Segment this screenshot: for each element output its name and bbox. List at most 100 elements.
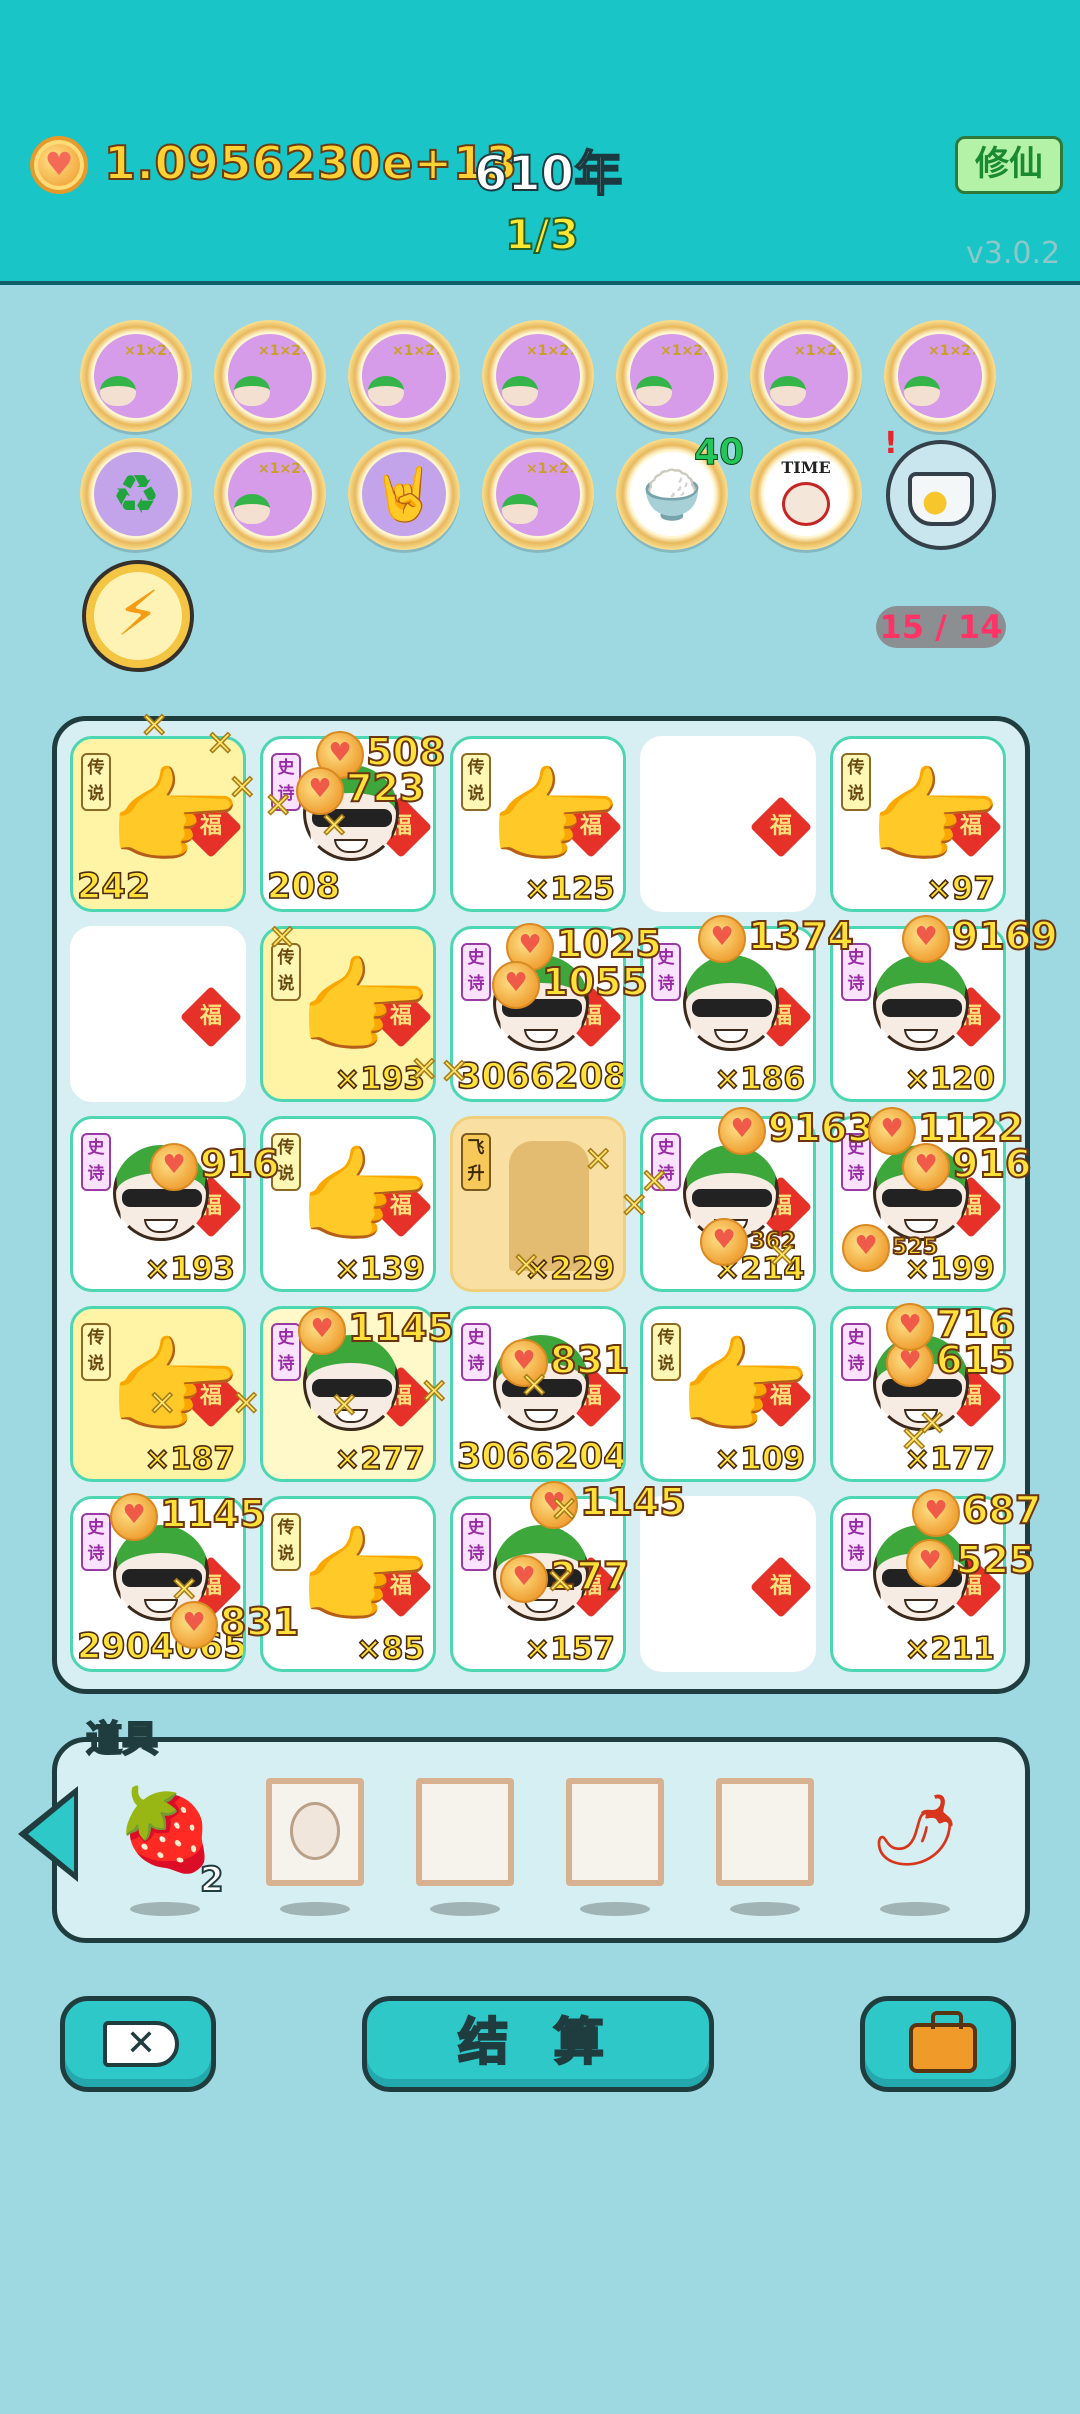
rice-bowl-badge: 40 [693, 432, 745, 474]
rarity-tag: 史诗 [81, 1133, 111, 1191]
empty-frame-icon [716, 1778, 814, 1886]
pointing-hand-icon: 👉 [107, 756, 242, 881]
item-portrait-slot[interactable] [266, 1778, 364, 1916]
rarity-tag: 史诗 [841, 1323, 871, 1381]
green-hair-head-icon [683, 955, 779, 1051]
cell-count: ×125 [524, 870, 616, 908]
cell-count: ×157 [524, 1630, 616, 1668]
reward-popup: 916 [902, 1141, 1032, 1191]
version-label: v3.0.2 [966, 236, 1061, 271]
skill-orb[interactable]: ×1×2×1×2×2 [616, 320, 728, 432]
strawberry-quantity: 2 [199, 1859, 225, 1901]
skill-orb[interactable]: ♻ [80, 438, 192, 550]
reward-popup: 716 [886, 1301, 1016, 1351]
empty-frame-icon [566, 1778, 664, 1886]
sparkle-icon: ✕ [231, 1383, 261, 1425]
multiplier-head-icon: ×1×2×1×2×2 [94, 334, 178, 418]
pointing-hand-icon: 👉 [677, 1326, 812, 1451]
multiplier-head-icon: ×1×2×1×2×2 [228, 452, 312, 536]
skill-orb[interactable]: ×1×2×1×2×2 [482, 320, 594, 432]
close-button[interactable]: ✕ [60, 1996, 216, 2092]
cell-count: ×186 [714, 1060, 806, 1098]
cell-count: ×85 [355, 1630, 426, 1668]
skill-orb[interactable]: ×1×2×1×2×2 [80, 320, 192, 432]
reward-popup: 1374 [698, 913, 855, 963]
multiplier-head-icon: ×1×2×1×2×2 [898, 334, 982, 418]
sparkle-icon: ✕ [545, 1561, 575, 1603]
skill-orb[interactable]: ×1×2×1×2×2 [348, 320, 460, 432]
reward-popup: 723 [296, 765, 426, 815]
years-counter: 610年 [473, 145, 623, 203]
sparkle-icon: ✕ [329, 1385, 359, 1427]
sparkle-icon: ✕ [917, 1403, 947, 1445]
pointing-hand-icon: 👉 [867, 756, 1002, 881]
sparkle-icon: ✕ [519, 1365, 549, 1407]
settle-button[interactable]: 结 算 [362, 1996, 714, 2092]
duck-icon: ● [922, 484, 949, 519]
item-empty-slot[interactable] [716, 1778, 814, 1916]
skill-orb[interactable]: ×1×2×1×2×2 [214, 320, 326, 432]
sparkle-icon: ✕ [549, 1489, 579, 1531]
pointing-hand-icon: 👉 [297, 1516, 432, 1641]
cell-count: 208 [266, 866, 341, 908]
board-cell[interactable]: 传说福 👉 ×97 [830, 736, 1006, 912]
skill-orb[interactable]: ×1×2×1×2×2 [214, 438, 326, 550]
reward-popup: 1145 [110, 1491, 267, 1541]
board-cell[interactable]: 传说福 👉 ×139 [260, 1116, 436, 1292]
cell-count: 3066208 [456, 1056, 626, 1098]
sparkle-icon: ✕ [767, 1235, 797, 1277]
sparkle-icon: ✕ [409, 1049, 439, 1091]
rarity-tag: 飞升 [461, 1133, 491, 1191]
fortune-icon: 福 [749, 795, 813, 859]
page-indicator: 1/3 [504, 209, 580, 260]
skill-orb[interactable]: ×1×2×1×2×2 [750, 320, 862, 432]
cell-count: ×211 [904, 1630, 996, 1668]
sparkle-icon: ✕ [227, 767, 257, 809]
cultivate-button[interactable]: 修仙 [955, 136, 1063, 194]
multiplier-head-icon: ×1×2×1×2×2 [630, 334, 714, 418]
multiplier-head-icon: ×1×2×1×2×2 [496, 334, 580, 418]
green-hair-head-icon [873, 955, 969, 1051]
item-empty-slot[interactable] [416, 1778, 514, 1916]
top-bar: 1.0956230e+13 610年 修仙 1/3 v3.0.2 [0, 0, 1080, 285]
close-icon: ✕ [103, 2021, 179, 2067]
board-cell[interactable]: 福 [70, 926, 246, 1102]
rarity-tag: 史诗 [841, 1513, 871, 1571]
reward-popup: 525 [906, 1537, 1036, 1587]
prev-arrow-icon[interactable] [18, 1786, 78, 1882]
items-title: 道具 [85, 1718, 159, 1761]
skill-orb[interactable]: 🤘 [348, 438, 460, 550]
board-cell[interactable]: 传说福 👉 ×109 [640, 1306, 816, 1482]
alert-icon: ! [884, 426, 898, 461]
pointing-hand-icon: 👉 [297, 1136, 432, 1261]
recycle-icon: ♻ [94, 452, 178, 536]
multiplier-head-icon: ×1×2×1×2×2 [362, 334, 446, 418]
coin-balance: 1.0956230e+13 [103, 135, 518, 191]
sparkle-icon: ✕ [583, 1139, 613, 1181]
cell-count: ×97 [925, 870, 996, 908]
skill-orb[interactable]: ×1×2×1×2×2 [482, 438, 594, 550]
sparkle-icon: ✕ [139, 705, 169, 747]
item-empty-slot[interactable] [566, 1778, 664, 1916]
cell-count: 242 [76, 866, 151, 908]
rock-hand-icon: 🤘 [362, 452, 446, 536]
rarity-tag: 史诗 [271, 1323, 301, 1381]
skill-orb[interactable]: ×1×2×1×2×2 [884, 320, 996, 432]
board-cell[interactable]: 传说福 👉 ×125 [450, 736, 626, 912]
coin-icon [30, 136, 88, 194]
inventory-button[interactable] [860, 1996, 1016, 2092]
board-cell[interactable]: 福 [640, 736, 816, 912]
item-pepper[interactable]: 🌶 [866, 1778, 964, 1916]
multiplier-head-icon: ×1×2×1×2×2 [496, 452, 580, 536]
cell-count: ×139 [334, 1250, 426, 1288]
reward-popup: 525 [842, 1224, 939, 1272]
skill-orb[interactable]: TIME [750, 438, 862, 550]
sparkle-icon: ✕ [169, 1569, 199, 1611]
multiplier-head-icon: ×1×2×1×2×2 [228, 334, 312, 418]
multiplier-head-icon: ×1×2×1×2×2 [764, 334, 848, 418]
lightning-icon[interactable]: ⚡ [82, 560, 194, 672]
sparkle-icon: ✕ [511, 1245, 541, 1287]
reward-popup: 1055 [492, 959, 649, 1009]
pointing-hand-icon: 👉 [487, 756, 622, 881]
cooking-pot-icon[interactable]: ! ● [884, 426, 996, 550]
